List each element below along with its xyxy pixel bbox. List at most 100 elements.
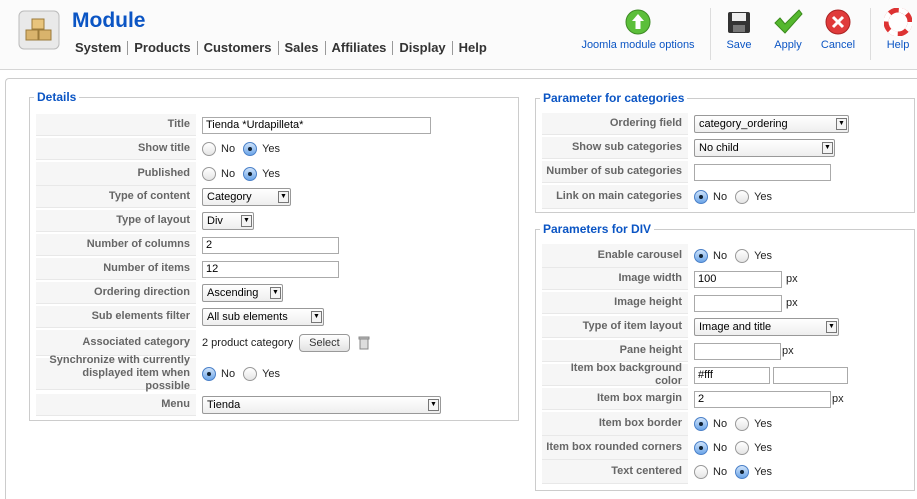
apply-button[interactable]: Apply — [768, 8, 808, 51]
help-button[interactable]: Help — [880, 8, 916, 51]
number-of-items-row: Number of items — [36, 258, 339, 280]
item-box-margin-input[interactable] — [694, 390, 831, 408]
item-box-bg-preview-input[interactable] — [773, 366, 848, 384]
show-title-row: Show title No Yes — [36, 138, 288, 160]
type-of-content-select[interactable]: Category ▼ — [202, 188, 291, 206]
menu-display[interactable]: Display — [392, 41, 451, 55]
menu-system[interactable]: System — [75, 41, 127, 55]
main-menu: System Products Customers Sales Affiliat… — [75, 40, 493, 56]
published-no-radio[interactable]: No — [202, 167, 235, 181]
div-fieldset: Parameters for DIV Enable carousel No Ye… — [535, 222, 915, 491]
ordering-field-label: Ordering field — [542, 113, 688, 135]
item-box-border-row: Item box border No Yes — [542, 412, 780, 436]
apply-icon — [774, 9, 803, 34]
chevron-down-icon: ▼ — [836, 118, 847, 130]
help-label: Help — [886, 39, 910, 51]
item-box-border-label: Item box border — [542, 412, 688, 436]
published-yes-radio[interactable]: Yes — [243, 167, 280, 181]
item-box-bg-input[interactable] — [694, 366, 770, 384]
menu-products[interactable]: Products — [127, 41, 196, 55]
main-panel: Details Title Show title No Yes Publishe… — [5, 78, 917, 499]
type-of-content-row: Type of content Category ▼ — [36, 186, 291, 208]
text-centered-no-radio[interactable]: No — [694, 465, 727, 479]
number-of-items-label: Number of items — [36, 258, 196, 280]
sub-elements-filter-label: Sub elements filter — [36, 306, 196, 328]
number-of-sub-categories-row: Number of sub categories — [542, 161, 831, 183]
trash-icon[interactable] — [358, 336, 370, 350]
ordering-direction-select[interactable]: Ascending ▼ — [202, 284, 283, 302]
title-label: Title — [36, 114, 196, 136]
show-sub-categories-row: Show sub categories No child ▼ — [542, 137, 835, 159]
image-height-input[interactable] — [694, 294, 782, 312]
categories-fieldset: Parameter for categories Ordering field … — [535, 91, 915, 213]
enable-carousel-yes-radio[interactable]: Yes — [735, 249, 772, 263]
associated-category-row: Associated category 2 product category S… — [36, 330, 370, 356]
image-height-label: Image height — [542, 292, 688, 314]
cancel-label: Cancel — [820, 39, 856, 51]
pane-height-input[interactable] — [694, 342, 781, 360]
menu-row: Menu Tienda ▼ — [36, 394, 441, 416]
details-legend: Details — [34, 90, 80, 104]
menu-customers[interactable]: Customers — [196, 41, 278, 55]
show-title-label: Show title — [36, 138, 196, 160]
menu-select[interactable]: Tienda ▼ — [202, 396, 441, 414]
link-on-main-no-radio[interactable]: No — [694, 190, 727, 204]
select-category-button[interactable]: Select — [299, 334, 350, 352]
text-centered-row: Text centered No Yes — [542, 460, 780, 484]
synchronize-label: Synchronize with currently displayed ite… — [36, 354, 196, 392]
synchronize-no-radio[interactable]: No — [202, 367, 235, 381]
apply-label: Apply — [774, 39, 802, 51]
menu-label: Menu — [36, 394, 196, 416]
number-of-sub-categories-input[interactable] — [694, 163, 831, 181]
pane-height-unit: px — [782, 345, 794, 357]
number-of-items-input[interactable] — [202, 260, 339, 278]
item-box-margin-unit: px — [832, 393, 844, 405]
cancel-button[interactable]: Cancel — [816, 8, 860, 51]
chevron-down-icon: ▼ — [270, 287, 281, 299]
menu-sales[interactable]: Sales — [277, 41, 325, 55]
text-centered-yes-radio[interactable]: Yes — [735, 465, 772, 479]
page-title: Module — [72, 9, 146, 32]
ordering-field-select[interactable]: category_ordering ▼ — [694, 115, 849, 133]
number-of-columns-row: Number of columns — [36, 234, 339, 256]
item-box-border-yes-radio[interactable]: Yes — [735, 417, 772, 431]
item-box-rounded-yes-radio[interactable]: Yes — [735, 441, 772, 455]
image-height-unit: px — [786, 297, 798, 309]
item-box-bg-row: Item box background color — [542, 362, 848, 387]
enable-carousel-no-radio[interactable]: No — [694, 249, 727, 263]
toolbar-separator — [870, 8, 871, 60]
enable-carousel-label: Enable carousel — [542, 244, 688, 268]
enable-carousel-row: Enable carousel No Yes — [542, 244, 780, 268]
module-options-button[interactable]: Joomla module options — [578, 8, 698, 51]
show-title-no-radio[interactable]: No — [202, 142, 235, 156]
type-of-content-label: Type of content — [36, 186, 196, 208]
toolbar-separator — [710, 8, 711, 60]
save-button[interactable]: Save — [720, 8, 758, 51]
title-row: Title — [36, 114, 431, 136]
ordering-direction-label: Ordering direction — [36, 282, 196, 304]
item-box-rounded-no-radio[interactable]: No — [694, 441, 727, 455]
save-label: Save — [726, 39, 752, 51]
number-of-columns-input[interactable] — [202, 236, 339, 254]
sub-elements-filter-select[interactable]: All sub elements ▼ — [202, 308, 324, 326]
show-sub-categories-select[interactable]: No child ▼ — [694, 139, 835, 157]
image-width-input[interactable] — [694, 270, 782, 288]
menu-help[interactable]: Help — [451, 41, 493, 55]
type-of-item-layout-select[interactable]: Image and title ▼ — [694, 318, 839, 336]
image-width-unit: px — [786, 273, 798, 285]
synchronize-yes-radio[interactable]: Yes — [243, 367, 280, 381]
type-of-layout-row: Type of layout Div ▼ — [36, 210, 254, 232]
module-options-icon — [625, 9, 651, 35]
ordering-field-row: Ordering field category_ordering ▼ — [542, 113, 849, 135]
type-of-layout-select[interactable]: Div ▼ — [202, 212, 254, 230]
item-box-border-no-radio[interactable]: No — [694, 417, 727, 431]
type-of-item-layout-row: Type of item layout Image and title ▼ — [542, 316, 839, 338]
title-input[interactable] — [202, 116, 431, 134]
menu-affiliates[interactable]: Affiliates — [324, 41, 393, 55]
show-sub-categories-label: Show sub categories — [542, 137, 688, 159]
show-title-yes-radio[interactable]: Yes — [243, 142, 280, 156]
chevron-down-icon: ▼ — [241, 215, 252, 227]
cancel-icon — [825, 9, 851, 35]
header: Module System Products Customers Sales A… — [0, 0, 917, 70]
link-on-main-yes-radio[interactable]: Yes — [735, 190, 772, 204]
